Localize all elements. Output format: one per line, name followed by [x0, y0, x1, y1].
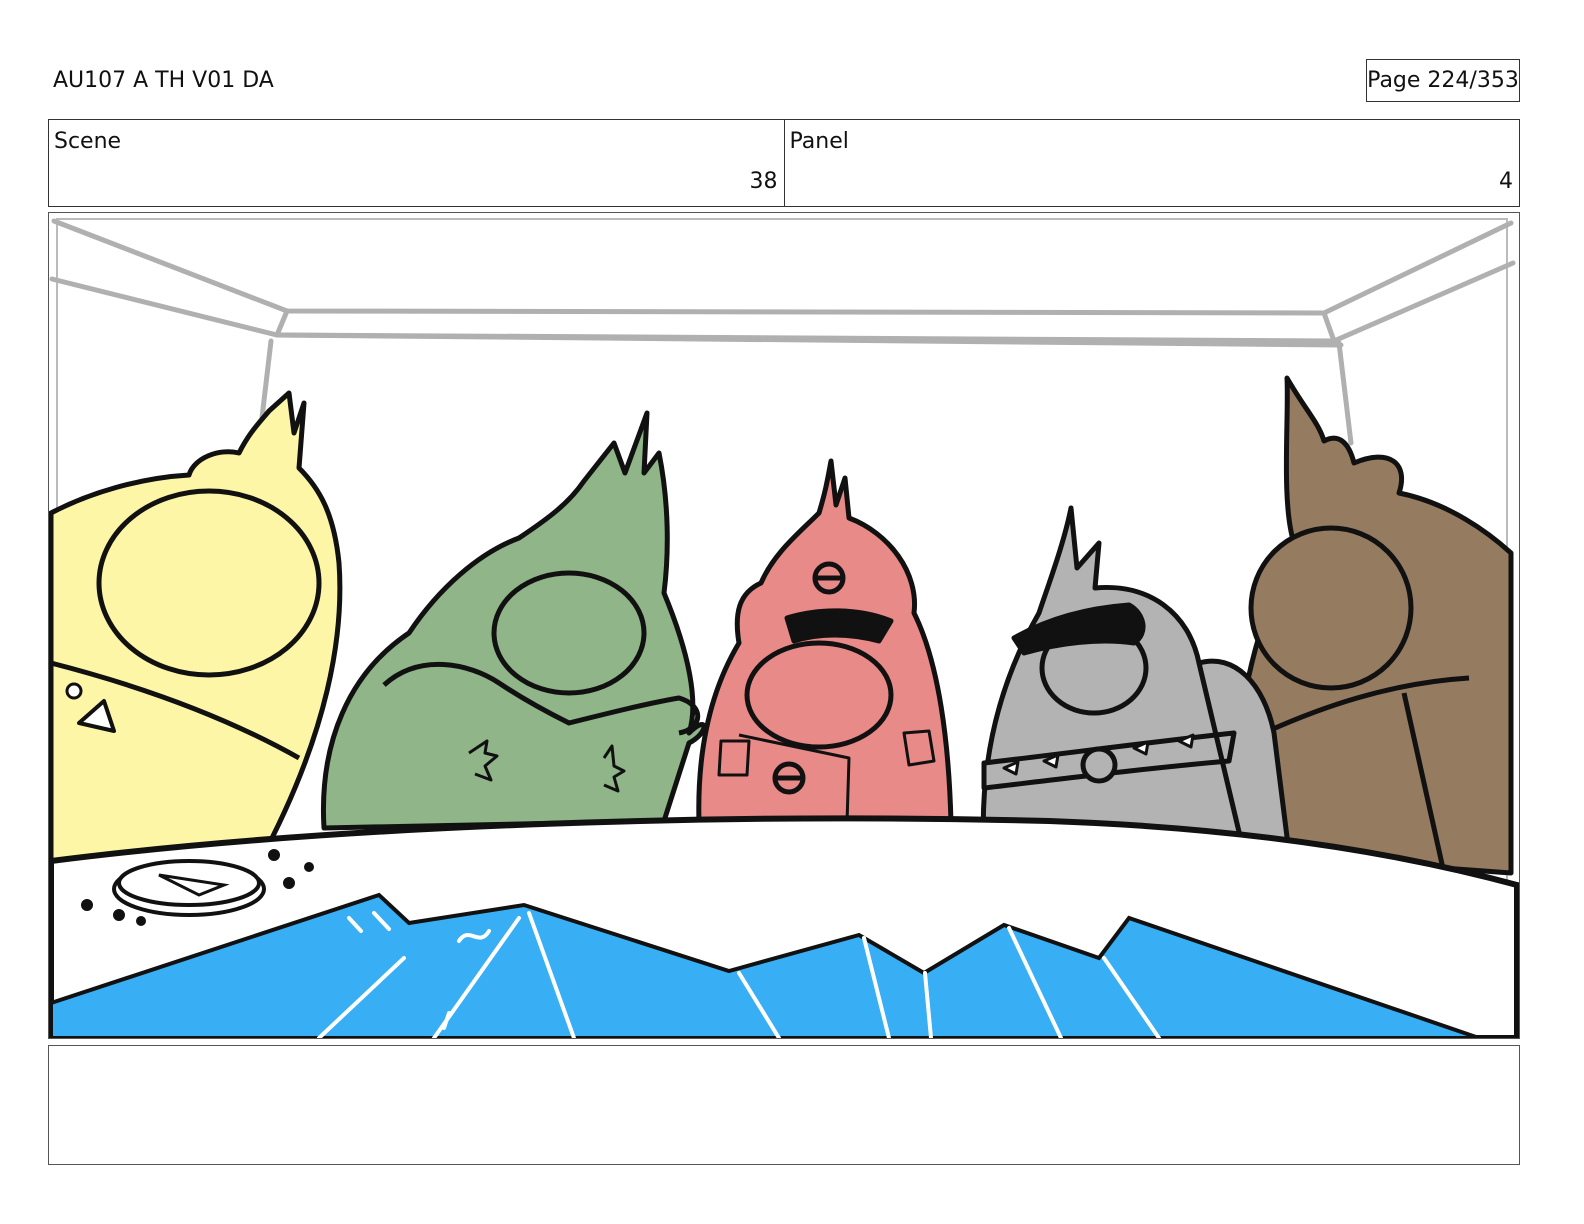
panel-number: 4: [1499, 169, 1513, 194]
scene-panel-table: Scene 38 Panel 4: [48, 119, 1520, 207]
page-number-box: Page 224/353: [1366, 59, 1520, 102]
scene-number: 38: [749, 169, 778, 194]
panel-label: Panel: [789, 129, 849, 154]
storyboard-frame: [48, 212, 1520, 1039]
storyboard-drawing: [49, 218, 1519, 1038]
action-notes-box: [48, 1045, 1520, 1165]
panel-cell: Panel 4: [783, 120, 1520, 206]
scene-cell: Scene 38: [49, 120, 784, 206]
gray-character: [980, 505, 1292, 856]
document-title: AU107 A TH V01 DA: [53, 68, 274, 93]
scene-label: Scene: [54, 129, 122, 154]
red-character: [696, 458, 954, 826]
yellow-character: [49, 390, 343, 866]
green-character: [320, 410, 707, 831]
